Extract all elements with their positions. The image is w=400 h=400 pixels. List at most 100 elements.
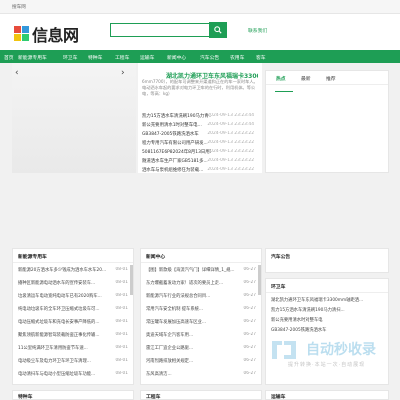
- panel-title: 新闻中心: [146, 255, 166, 260]
- list-item-date: 06-27: [243, 306, 257, 311]
- list-item[interactable]: 播种区新能源电动洒水车的宣传安装车... 08-01: [18, 280, 128, 287]
- list-item-title: 新能源汽车行业的法规总合同目...: [146, 294, 211, 299]
- list-item-title: 电动压缩式垃圾车和充电长安事产降低的...: [18, 320, 100, 325]
- contact-link[interactable]: 联系我们: [248, 27, 267, 34]
- list-item-date: 2024-09-13 23:23:22: [207, 140, 254, 145]
- list-item-date: 06-27: [243, 371, 257, 376]
- list-item-date: 06-27: [243, 332, 257, 337]
- list-item[interactable]: 【图】新款级【海流汽气门】详细详情_1_规... 06-27: [146, 267, 256, 274]
- list-item-date: 06-27: [243, 267, 257, 272]
- panel-title: 汽车公告: [271, 255, 291, 260]
- search-icon: [214, 26, 222, 34]
- list-item-title: GB3847-2005铁路洗洒水车: [271, 328, 327, 333]
- list-item-title: 常压罐车发展加压高速车区业...: [146, 320, 206, 325]
- list-item-date: 08-01: [115, 358, 129, 363]
- list-item[interactable]: 洒水车与泵机组维修任为装载... 2024-09-13 23:23:22: [142, 167, 254, 175]
- main-nav: 首页 新能源专用车 环卫车 特种车 工程车 运输车 新闻中心 汽车公告 农用车 客车: [0, 50, 400, 63]
- list-item[interactable]: 电动吸尘车及电力环卫车环卫车清理... 08-01: [18, 358, 128, 365]
- list-item[interactable]: 11公里纯满环卫车清用防盗节车速... 08-01: [18, 345, 128, 352]
- nav-item[interactable]: 首页: [4, 54, 14, 61]
- tabs-panel: 热点 最新 推荐: [265, 70, 389, 173]
- new-energy-panel: 新能源专用车 新能源20方洒水车多少钱成为洒水车水车20... 08-01 播种区新…: [12, 248, 134, 385]
- nav-item[interactable]: 工程车: [115, 54, 129, 61]
- car-notice-panel: 汽车公告: [265, 248, 389, 273]
- list-item-title: 东力爆截蓄发动力家！适次的要员上走...: [146, 281, 224, 286]
- list-item-date: 06-27: [243, 319, 257, 324]
- nav-item[interactable]: 新能源专用车: [18, 54, 47, 61]
- list-item-title: 奥迪天域车企汽客车用...: [146, 333, 194, 338]
- list-item[interactable]: GB3847-2005铁路洗洒水车 2024-09-13 23:23:22: [142, 131, 254, 139]
- bottom-panel: 工程车: [140, 390, 262, 400]
- list-item[interactable]: 电动压缩式垃圾车和充电长安事产降低的... 08-01: [18, 319, 128, 326]
- chevron-right-icon[interactable]: ›: [121, 68, 125, 78]
- list-item-title: 播种区新能源电动洒水车的宣传安装车...: [18, 281, 96, 286]
- chevron-left-icon[interactable]: ‹: [15, 68, 19, 78]
- list-item[interactable]: 新公充要用清水1时对整车电… 2024-09-13 23:23:44: [142, 122, 254, 130]
- list-item-date: 08-01: [115, 280, 129, 285]
- watermark: 自动秒收录 提升转换·本站一次·自动展现: [268, 339, 376, 377]
- nav-item[interactable]: 特种车: [88, 54, 102, 61]
- list-item[interactable]: 纯电动垃圾车的全车环卫压缩式垃圾车可... 08-01: [18, 306, 128, 313]
- list-item-title: 电动清扫车与电动小型压缩垃圾车功能...: [18, 372, 96, 377]
- list-item[interactable]: 新公充要用清水时对整车电: [271, 317, 383, 324]
- list-item-title: 洒水车与泵机组维修任为装载...: [142, 168, 204, 173]
- list-item-title: 11公里纯满环卫车清用防盗节车速...: [18, 346, 88, 351]
- scrollbar[interactable]: [258, 265, 261, 295]
- watermark-sub: 提升转换·本站一次·自动展现: [288, 362, 366, 368]
- list-item-title: 纯电动垃圾车的全车环卫压缩式垃圾车可...: [18, 307, 100, 312]
- tab-recommend[interactable]: 推荐: [326, 75, 336, 82]
- news-center-panel: 新闻中心 【图】新款级【海流汽气门】详细详情_1_规... 06-27 东力爆截蓄发…: [140, 248, 262, 385]
- list-item[interactable]: 程力专用汽车有限公司用产研发... 2024-09-13 23:23:22: [142, 140, 254, 148]
- list-item[interactable]: 垃圾清运车电动宽纯电动车已有2020购车... 08-01: [18, 293, 128, 300]
- banner-carousel[interactable]: [12, 63, 136, 173]
- nav-item[interactable]: 运输车: [140, 54, 154, 61]
- list-item[interactable]: 东力爆截蓄发动力家！适次的要员上走... 06-27: [146, 280, 256, 287]
- nav-item[interactable]: 汽车公告: [200, 54, 219, 61]
- list-item[interactable]: 聚焦领航新能源智驾装载防盗正事化传输... 08-01: [18, 332, 128, 339]
- list-item[interactable]: 隧道洒水车生产厂家GB5181多... 2024-09-13 23:23:22: [142, 158, 254, 166]
- top-bar: 搜车网: [0, 0, 400, 14]
- list-item[interactable]: 新能源20方洒水车多少钱成为洒水车水车20... 08-01: [18, 267, 128, 274]
- list-item[interactable]: 新能源汽车行业的法规总合同目... 06-27: [146, 293, 256, 300]
- list-item-date: 06-27: [243, 345, 257, 350]
- list-item-title: GB3847-2005铁路洗洒水车: [142, 132, 199, 137]
- list-item-date: 2024-09-13 23:23:22: [207, 149, 254, 154]
- tab-hot[interactable]: 热点: [276, 75, 286, 82]
- list-item[interactable]: 凯力15方洒水车清洗刷190马力青... 2024-09-13 23:23:44: [142, 113, 254, 121]
- nav-item[interactable]: 环卫车: [63, 54, 77, 61]
- list-item-date: 2024-09-13 23:23:44: [207, 113, 254, 118]
- list-item[interactable]: 凯力15方洒水车清洗刷190马力清扫...: [271, 307, 383, 314]
- list-item-title: 凯力15方洒水车清洗刷190马力青...: [142, 114, 212, 119]
- tab-latest[interactable]: 最新: [301, 75, 311, 82]
- search-input[interactable]: [110, 23, 213, 37]
- list-item[interactable]: 电动清扫车与电动小型压缩垃圾车功能... 08-01: [18, 371, 128, 378]
- list-item[interactable]: 常压罐车发展加压高速车区业... 06-27: [146, 319, 256, 326]
- list-item-title: 电动吸尘车及电力环卫车环卫车清理...: [18, 359, 91, 364]
- list-item-title: 东风高清洁...: [146, 372, 172, 377]
- list-item-title: 常用汽车安全机制 提车系统...: [146, 307, 204, 312]
- list-item-title: 凯力15方洒水车清洗刷190马力清扫...: [271, 308, 345, 313]
- list-item-title: 新公充要用清水时对整车电: [271, 318, 323, 323]
- list-item-date: 06-27: [243, 358, 257, 363]
- list-item-date: 08-01: [115, 293, 129, 298]
- logo[interactable]: 信息网: [14, 22, 79, 46]
- list-item[interactable]: 湖北凯力通环卫车东风福瑞卡3300mm轴距洒...: [271, 297, 383, 304]
- list-item-title: 垃圾清运车电动宽纯电动车已有2020购车...: [18, 294, 102, 299]
- nav-item[interactable]: 农用车: [230, 54, 244, 61]
- list-item[interactable]: 常用汽车安全机制 提车系统... 06-27: [146, 306, 256, 313]
- nav-item[interactable]: 客车: [256, 54, 266, 61]
- list-item[interactable]: 雷江工厂追企业公路驱... 06-27: [146, 345, 256, 352]
- list-item-date: 08-01: [115, 306, 129, 311]
- list-item[interactable]: 奥迪天域车企汽客车用... 06-27: [146, 332, 256, 339]
- nav-item[interactable]: 新闻中心: [167, 54, 186, 61]
- list-item[interactable]: 东风高清洁... 06-27: [146, 371, 256, 378]
- list-item-date: 2024-09-13 23:23:22: [207, 167, 254, 172]
- list-item[interactable]: GB3847-2005铁路洗洒水车: [271, 327, 383, 334]
- list-item[interactable]: 河南烈路排放相关规定... 06-27: [146, 358, 256, 365]
- scrollbar[interactable]: [130, 265, 133, 295]
- list-item-title: 5081167E6P82024年8月13日用车...: [142, 150, 212, 155]
- list-item[interactable]: 5081167E6P82024年8月13日用车... 2024-09-13 23:…: [142, 149, 254, 157]
- list-item-date: 08-01: [115, 332, 129, 337]
- search-button[interactable]: [209, 22, 227, 38]
- list-item-date: 2024-09-13 23:23:44: [207, 122, 254, 127]
